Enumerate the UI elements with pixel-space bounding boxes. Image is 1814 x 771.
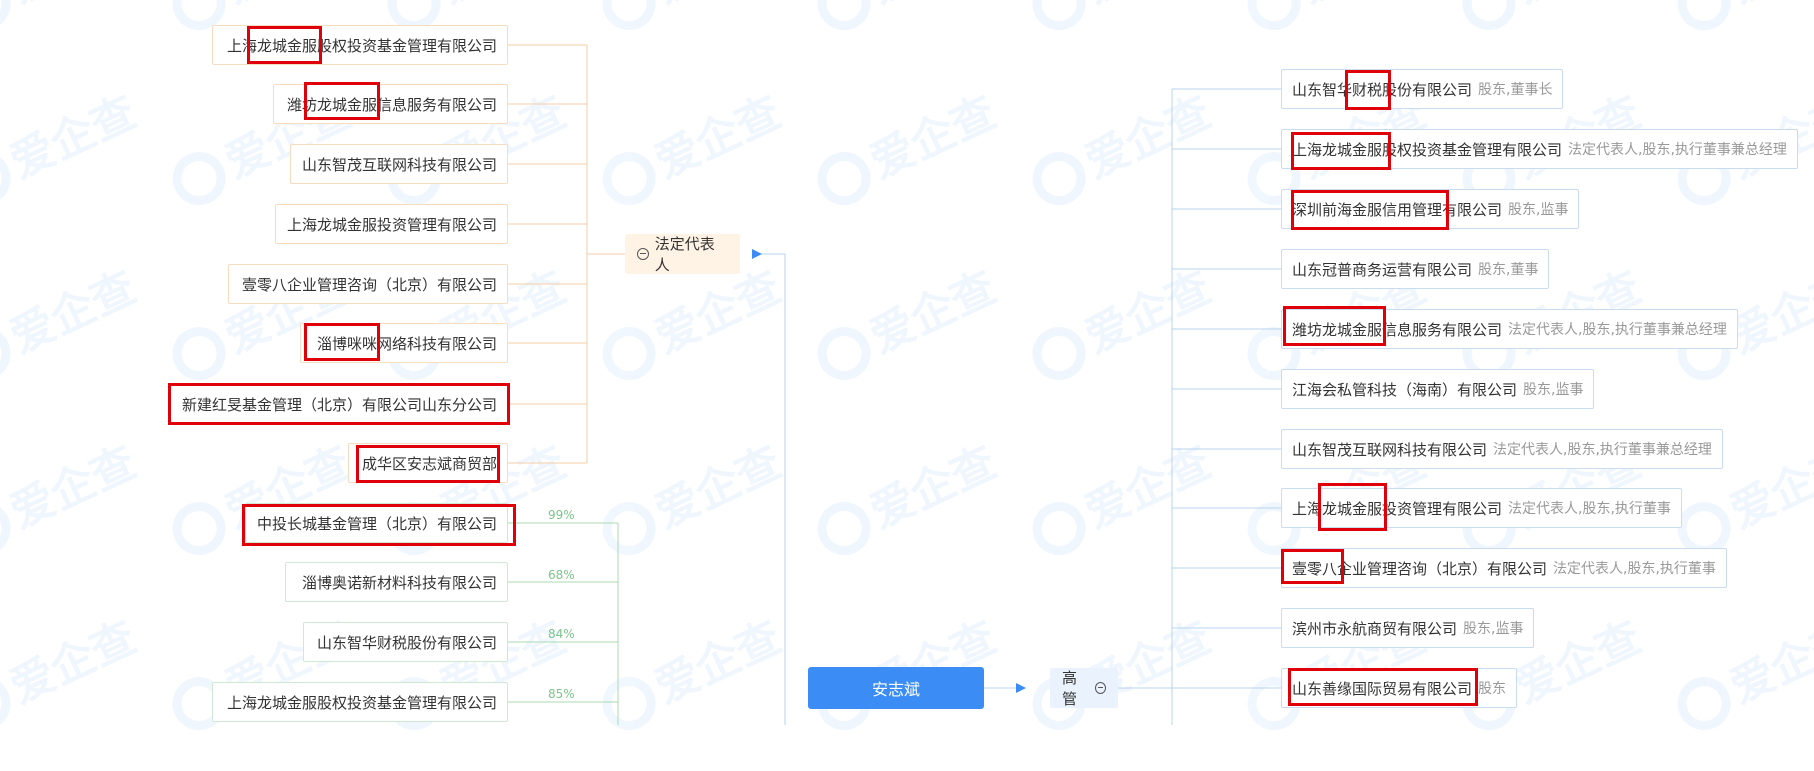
- highlight-box: [1288, 668, 1478, 706]
- exec-company[interactable]: 江海会私管科技（海南）有限公司 股东,监事: [1281, 369, 1595, 409]
- person-name: 安志斌: [871, 680, 920, 699]
- company-name: 上海龙城金服股权投资基金管理有限公司: [226, 693, 497, 712]
- company-name: 壹零八企业管理咨询（北京）有限公司: [241, 275, 497, 294]
- legal-rep-company[interactable]: 壹零八企业管理咨询（北京）有限公司: [228, 264, 508, 304]
- highlight-box: [1291, 132, 1391, 170]
- legal-rep-label: 法定代表人: [654, 235, 715, 274]
- highlight-box: [168, 383, 510, 425]
- shareholding-percent: 85%: [548, 687, 575, 701]
- company-name: 山东智茂互联网科技有限公司: [1292, 440, 1488, 459]
- role-text: 股东,董事: [1478, 262, 1539, 278]
- company-name: 滨州市永航商贸有限公司: [1292, 619, 1458, 638]
- highlight-box: [247, 26, 322, 64]
- exec-company[interactable]: 壹零八企业管理咨询（北京）有限公司 法定代表人,股东,执行董事: [1281, 548, 1727, 588]
- highlight-box: [1318, 483, 1387, 531]
- highlight-box: [304, 82, 380, 120]
- legal-rep-hub[interactable]: 法定代表人: [625, 234, 740, 274]
- role-text: 法定代表人,股东,执行董事: [1553, 561, 1716, 577]
- highlight-box: [1283, 306, 1386, 346]
- highlight-box: [356, 445, 500, 483]
- company-name: 山东智华财税股份有限公司: [316, 633, 497, 652]
- shareholding-percent: 84%: [548, 627, 575, 641]
- shareholding-company[interactable]: 上海龙城金服股权投资基金管理有限公司: [212, 682, 508, 722]
- company-name: 淄博奥诺新材料科技有限公司: [301, 573, 497, 592]
- exec-company[interactable]: 山东智茂互联网科技有限公司 法定代表人,股东,执行董事兼总经理: [1281, 429, 1723, 469]
- exec-company[interactable]: 山东冠普商务运营有限公司 股东,董事: [1281, 249, 1550, 289]
- exec-label: 高管: [1062, 669, 1078, 708]
- role-text: 股东,监事: [1508, 202, 1569, 218]
- shareholding-percent: 68%: [548, 568, 575, 582]
- shareholding-percent: 99%: [548, 508, 575, 522]
- arrow-head: [1016, 683, 1026, 693]
- company-name: 山东智茂互联网科技有限公司: [301, 155, 497, 174]
- highlight-box: [304, 323, 380, 361]
- role-text: 股东: [1478, 681, 1507, 697]
- center-person[interactable]: 安志斌: [808, 667, 984, 709]
- role-text: 股东,监事: [1523, 382, 1584, 398]
- company-name: 江海会私管科技（海南）有限公司: [1292, 380, 1518, 399]
- collapse-icon[interactable]: [1095, 682, 1106, 694]
- highlight-box: [242, 504, 516, 546]
- arrow-head: [752, 249, 762, 259]
- company-name: 山东冠普商务运营有限公司: [1292, 260, 1473, 279]
- exec-company[interactable]: 滨州市永航商贸有限公司 股东,监事: [1281, 608, 1535, 648]
- role-text: 法定代表人,股东,执行董事兼总经理: [1508, 322, 1727, 338]
- exec-company[interactable]: 山东智华财税股份有限公司 股东,董事长: [1281, 69, 1564, 109]
- role-text: 股东,监事: [1463, 621, 1524, 637]
- highlight-box: [1345, 70, 1391, 110]
- role-text: 法定代表人,股东,执行董事: [1508, 501, 1671, 517]
- shareholding-company[interactable]: 山东智华财税股份有限公司: [303, 622, 508, 662]
- highlight-box: [1281, 549, 1344, 584]
- highlight-box: [1291, 190, 1449, 230]
- role-text: 股东,董事长: [1478, 82, 1553, 98]
- role-text: 法定代表人,股东,执行董事兼总经理: [1493, 442, 1712, 458]
- exec-hub[interactable]: 高管: [1050, 668, 1118, 708]
- role-text: 法定代表人,股东,执行董事兼总经理: [1568, 142, 1787, 158]
- company-name: 上海龙城金服投资管理有限公司: [286, 215, 497, 234]
- legal-rep-company[interactable]: 上海龙城金服投资管理有限公司: [275, 204, 508, 244]
- shareholding-company[interactable]: 淄博奥诺新材料科技有限公司: [285, 562, 508, 602]
- collapse-icon[interactable]: [637, 248, 649, 260]
- legal-rep-company[interactable]: 山东智茂互联网科技有限公司: [290, 144, 508, 184]
